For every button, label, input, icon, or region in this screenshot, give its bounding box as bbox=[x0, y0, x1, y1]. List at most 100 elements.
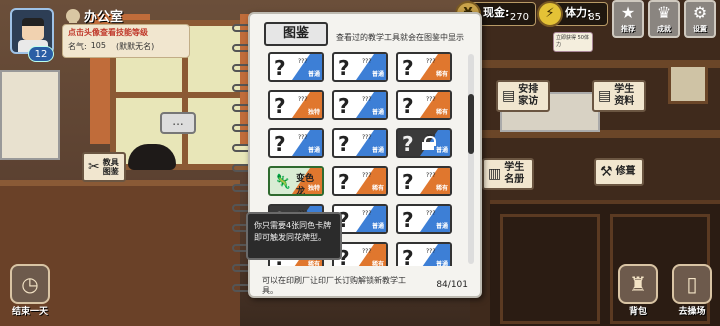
teaching-tools-sign[interactable]: ✂ 教具图鉴 bbox=[82, 152, 126, 182]
tool-card[interactable]: ????普通 bbox=[396, 242, 452, 266]
card-name: ??? bbox=[362, 172, 372, 179]
recommend-button[interactable]: ★ 推荐 bbox=[612, 0, 644, 38]
tool-card[interactable]: ???? 独特 bbox=[268, 90, 324, 120]
reputation-title: (默默无名) bbox=[115, 42, 155, 51]
scrollbar[interactable] bbox=[468, 54, 474, 264]
card-name: ??? bbox=[298, 96, 308, 103]
unknown-card-icon: ? bbox=[274, 132, 286, 156]
backpack-button[interactable]: ♜ 背包 bbox=[616, 264, 660, 317]
tool-card[interactable]: ????普通 bbox=[396, 128, 452, 158]
unknown-card-icon: ? bbox=[402, 56, 414, 80]
clock-icon: ◷ bbox=[10, 264, 50, 304]
location-label: 办公室 bbox=[84, 10, 124, 25]
card-name: ??? bbox=[362, 248, 372, 255]
card-tooltip: 你只需要4张同色卡牌即可触发同花牌型。 bbox=[246, 212, 342, 260]
encyclopedia-hint: 查看过的教学工具就会在图鉴中显示 bbox=[336, 33, 464, 42]
tool-card[interactable]: ???? 稀有 bbox=[332, 166, 388, 196]
rarity-tag: 普通 bbox=[307, 71, 320, 78]
bag-icon: ♜ bbox=[618, 264, 658, 304]
folder-icon: ▥ bbox=[488, 166, 502, 182]
tool-card[interactable]: ???? 稀有 bbox=[396, 52, 452, 82]
reputation-value: 105 bbox=[90, 41, 106, 50]
achievements-button[interactable]: ♛ 成就 bbox=[648, 0, 680, 38]
tool-card[interactable]: ????普通 bbox=[332, 90, 388, 120]
gear-icon: ⚙ bbox=[692, 3, 708, 22]
collection-count: 84/101 bbox=[436, 280, 468, 290]
card-name: ??? bbox=[362, 210, 372, 217]
end-day-button[interactable]: ◷ 结束一天 bbox=[8, 264, 52, 317]
unknown-card-icon: ? bbox=[402, 208, 414, 232]
scrollbar-thumb[interactable] bbox=[468, 94, 474, 154]
rarity-tag: 稀有 bbox=[371, 185, 384, 192]
cabinet-door bbox=[500, 214, 600, 324]
rarity-tag: 普通 bbox=[371, 71, 384, 78]
rarity-tag: 稀有 bbox=[435, 185, 448, 192]
tool-card[interactable]: ???? 稀有 bbox=[396, 90, 452, 120]
player-info-card[interactable]: 点击头像查看技能等级 名气: 105 (默默无名) bbox=[62, 24, 190, 58]
wall-calendar bbox=[0, 70, 60, 160]
unknown-card-icon: ? bbox=[338, 132, 350, 156]
location-title: 办公室 bbox=[66, 6, 123, 25]
settings-label: 设置 bbox=[693, 25, 707, 33]
unknown-card-icon: ? bbox=[274, 94, 286, 118]
unknown-card-icon: ? bbox=[338, 56, 350, 80]
photo-frame bbox=[668, 64, 708, 104]
money-value: 270 bbox=[509, 12, 529, 23]
rarity-tag: 普通 bbox=[307, 147, 320, 154]
repair-sign[interactable]: ⚒ 修葺 bbox=[594, 158, 644, 186]
lightning-icon: ⚡ bbox=[537, 1, 563, 27]
student-info-sign[interactable]: ▤ 学生资料 bbox=[592, 80, 646, 112]
rarity-tag: 稀有 bbox=[435, 71, 448, 78]
settings-button[interactable]: ⚙ 设置 bbox=[684, 0, 716, 38]
reputation-label: 名气: bbox=[68, 42, 87, 51]
unknown-card-icon: ? bbox=[338, 94, 350, 118]
card-name: ??? bbox=[362, 58, 372, 65]
tools-icon: ✂ bbox=[88, 158, 100, 175]
encyclopedia-footer: 可以在印刷厂让印厂长订购解锁新教学工具。 bbox=[262, 276, 406, 295]
tool-card[interactable]: ???? 普通 bbox=[396, 204, 452, 234]
person-icon bbox=[66, 8, 80, 23]
tool-card[interactable]: ????普通 bbox=[268, 52, 324, 82]
card-name: ??? bbox=[298, 58, 308, 65]
teaching-tools-label: 教具图鉴 bbox=[102, 158, 119, 176]
tool-card[interactable]: 🦎 变色龙 独特 bbox=[268, 166, 324, 196]
card-name: ??? bbox=[298, 134, 308, 141]
player-panel: 12 办公室 点击头像查看技能等级 名气: 105 (默默无名) bbox=[6, 2, 190, 64]
door-icon: ▯ bbox=[672, 264, 712, 304]
rarity-tag: 普通 bbox=[435, 261, 448, 266]
tool-card[interactable]: ???? 普通 bbox=[332, 52, 388, 82]
avatar-face bbox=[22, 18, 44, 40]
energy-reward-tag[interactable]: 立即获得 50体力 bbox=[553, 32, 593, 52]
speech-bubble[interactable]: ... bbox=[160, 112, 196, 134]
black-cat[interactable] bbox=[128, 144, 176, 170]
card-name: ??? bbox=[426, 210, 436, 217]
level-badge: 12 bbox=[28, 46, 54, 62]
encyclopedia-title: 图鉴 bbox=[264, 22, 328, 46]
student-roster-label: 学生名册 bbox=[504, 162, 525, 185]
unknown-card-icon: ? bbox=[402, 132, 414, 156]
home-visit-sign[interactable]: ▤ 安排家访 bbox=[496, 80, 550, 112]
lock-icon bbox=[422, 136, 436, 150]
star-icon: ★ bbox=[620, 3, 636, 22]
tool-card[interactable]: ???? 稀有 bbox=[396, 166, 452, 196]
end-day-label: 结束一天 bbox=[11, 307, 48, 317]
go-playground-label: 去操场 bbox=[678, 307, 706, 317]
card-name: ??? bbox=[426, 96, 436, 103]
unknown-card-icon: ? bbox=[338, 170, 350, 194]
achievements-label: 成就 bbox=[657, 25, 671, 33]
student-roster-sign[interactable]: ▥ 学生名册 bbox=[482, 158, 534, 190]
unknown-card-icon: ? bbox=[402, 170, 414, 194]
recommend-label: 推荐 bbox=[621, 25, 635, 33]
go-playground-button[interactable]: ▯ 去操场 bbox=[670, 264, 714, 317]
tool-card[interactable]: ????普通 bbox=[332, 128, 388, 158]
document-icon: ▤ bbox=[598, 88, 612, 104]
rarity-tag: 普通 bbox=[371, 223, 384, 230]
rarity-tag: 独特 bbox=[307, 185, 320, 192]
tool-card[interactable]: ???? 普通 bbox=[268, 128, 324, 158]
energy-value: 85 bbox=[588, 12, 601, 23]
trophy-icon: ♛ bbox=[656, 3, 672, 22]
rarity-tag: 普通 bbox=[435, 223, 448, 230]
rarity-tag: 稀有 bbox=[371, 261, 384, 266]
hammer-icon: ⚒ bbox=[600, 164, 613, 180]
notebook-icon: ▤ bbox=[502, 88, 516, 104]
